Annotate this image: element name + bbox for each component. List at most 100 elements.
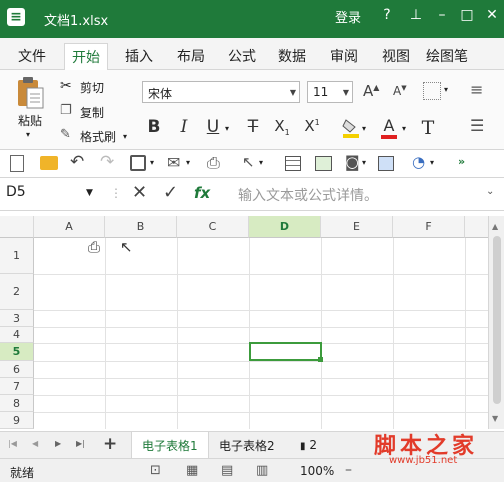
font-color-dropdown-icon[interactable]: ▾ <box>402 124 406 133</box>
chart-icon[interactable] <box>378 156 394 171</box>
italic-button[interactable]: I <box>174 117 194 137</box>
fill-color-icon[interactable] <box>342 117 360 139</box>
underline-dropdown-icon[interactable]: ▾ <box>225 124 229 133</box>
page-break-view-icon[interactable]: ▥ <box>256 463 268 478</box>
active-cell-d5[interactable] <box>249 342 322 361</box>
sheet-tab-2[interactable]: 电子表格2 <box>209 432 285 458</box>
row-header-8[interactable]: 8 <box>0 395 34 412</box>
ribbon-toggle-icon[interactable]: ⊥ <box>404 3 428 27</box>
column-header-f[interactable]: F <box>393 216 465 238</box>
clear-format-button[interactable]: T <box>418 117 438 139</box>
name-box-dropdown-icon[interactable]: ▼ <box>86 188 93 198</box>
tab-draw[interactable]: 绘图笔 <box>426 46 468 66</box>
tab-insert[interactable]: 插入 <box>125 46 153 66</box>
page-layout-view-icon[interactable]: ▤ <box>221 463 233 478</box>
email-dropdown-icon[interactable]: ▾ <box>186 158 190 167</box>
borders-dropdown-icon[interactable]: ▾ <box>444 85 448 94</box>
increase-font-icon[interactable]: A▲ <box>363 82 379 100</box>
redo-icon[interactable]: ↷ <box>100 152 114 172</box>
tab-review[interactable]: 审阅 <box>330 46 358 66</box>
format-painter-label[interactable]: 格式刷 <box>80 128 116 145</box>
save-dropdown-icon[interactable]: ▾ <box>150 158 154 167</box>
tab-data[interactable]: 数据 <box>278 46 306 66</box>
column-header-a[interactable]: A <box>34 216 105 238</box>
zoom-out-icon[interactable]: – <box>345 462 352 478</box>
tab-formulas[interactable]: 公式 <box>228 46 256 66</box>
column-header-g[interactable] <box>465 216 488 238</box>
borders-icon[interactable] <box>423 82 441 100</box>
format-painter-dropdown-icon[interactable]: ▾ <box>123 132 127 141</box>
font-color-icon[interactable]: A <box>380 116 398 140</box>
column-header-d[interactable]: D <box>249 216 321 238</box>
fill-color-dropdown-icon[interactable]: ▾ <box>362 124 366 133</box>
paste-label[interactable]: 粘贴 <box>18 112 42 129</box>
formula-input[interactable]: 输入文本或公式详情。 <box>238 185 378 205</box>
name-box[interactable]: D5 <box>6 184 98 204</box>
new-document-icon[interactable] <box>10 155 24 172</box>
row-header-2[interactable]: 2 <box>0 274 34 310</box>
copy-label[interactable]: 复制 <box>80 104 104 121</box>
cut-label[interactable]: 剪切 <box>80 79 104 96</box>
undo-icon[interactable]: ↶ <box>70 152 84 172</box>
screenshot-dropdown-icon[interactable]: ▾ <box>362 158 366 167</box>
scroll-up-icon[interactable]: ▲ <box>492 222 498 231</box>
strikethrough-button[interactable]: T <box>243 117 263 137</box>
print-icon[interactable]: ⎙ <box>207 153 220 173</box>
tab-file[interactable]: 文件 <box>18 46 46 66</box>
sheet-tab-1[interactable]: 电子表格1 <box>131 432 209 458</box>
align-icon[interactable]: ≡ <box>470 80 483 99</box>
normal-view-icon[interactable]: ▦ <box>186 463 198 478</box>
column-header-b[interactable]: B <box>105 216 177 238</box>
subscript-button[interactable]: X1 <box>272 117 292 137</box>
row-header-6[interactable]: 6 <box>0 361 34 378</box>
scroll-down-icon[interactable]: ▼ <box>492 414 498 423</box>
pointer-dropdown-icon[interactable]: ▾ <box>259 158 263 167</box>
zoom-level[interactable]: 100% <box>300 464 334 478</box>
picture-icon[interactable] <box>315 156 332 171</box>
tab-home[interactable]: 开始 <box>64 43 108 71</box>
add-sheet-button[interactable]: + <box>103 434 117 454</box>
next-sheet-icon[interactable]: ▶ <box>55 439 61 448</box>
tab-layout[interactable]: 布局 <box>177 46 205 66</box>
row-header-7[interactable]: 7 <box>0 378 34 395</box>
scroll-thumb[interactable] <box>493 236 501 404</box>
prev-sheet-icon[interactable]: ◀ <box>32 439 38 448</box>
font-name-select[interactable]: 宋体 ▼ <box>142 81 300 103</box>
format-painter-icon[interactable]: ✎ <box>60 127 71 142</box>
spreadsheet-grid[interactable]: A B C D E F 1 2 3 4 5 6 7 8 9 ⎙ ↖ <box>0 216 488 429</box>
table-icon[interactable] <box>285 156 301 171</box>
scissors-icon[interactable]: ✂ <box>60 78 72 94</box>
bold-button[interactable]: B <box>144 117 164 137</box>
select-all-corner[interactable] <box>0 216 34 238</box>
close-icon[interactable]: ✕ <box>480 3 504 27</box>
row-header-4[interactable]: 4 <box>0 327 34 343</box>
wrap-text-icon[interactable]: ☰ <box>470 116 484 135</box>
open-folder-icon[interactable] <box>40 156 58 170</box>
copy-icon[interactable]: ❐ <box>60 103 72 118</box>
paste-icon[interactable] <box>14 76 46 112</box>
tab-view[interactable]: 视图 <box>382 46 410 66</box>
column-header-e[interactable]: E <box>321 216 393 238</box>
row-header-1[interactable]: 1 <box>0 238 34 274</box>
pointer-icon[interactable]: ↖ <box>242 153 255 171</box>
row-header-3[interactable]: 3 <box>0 310 34 327</box>
login-link[interactable]: 登录 <box>335 7 361 26</box>
confirm-formula-icon[interactable]: ✓ <box>163 182 178 203</box>
more-sheets-button[interactable]: ▮ 2 <box>300 438 317 452</box>
expand-formula-icon[interactable]: ⌄ <box>486 186 494 197</box>
more-commands-icon[interactable]: » <box>458 155 465 168</box>
screenshot-icon[interactable]: ◙ <box>345 153 360 171</box>
fit-page-icon[interactable]: ⊡ <box>150 463 161 478</box>
paste-dropdown-icon[interactable]: ▾ <box>26 130 30 139</box>
shapes-dropdown-icon[interactable]: ▾ <box>430 158 434 167</box>
row-header-5[interactable]: 5 <box>0 343 34 361</box>
fill-handle[interactable] <box>318 357 323 362</box>
vertical-scrollbar[interactable]: ▲ ▼ <box>488 216 504 429</box>
email-icon[interactable]: ✉ <box>167 153 180 172</box>
maximize-icon[interactable]: □ <box>455 3 479 27</box>
cancel-formula-icon[interactable]: ✕ <box>132 182 147 203</box>
row-header-9[interactable]: 9 <box>0 412 34 429</box>
shapes-icon[interactable]: ◔ <box>412 153 425 171</box>
save-icon[interactable] <box>130 155 146 171</box>
underline-button[interactable]: U <box>203 117 223 137</box>
